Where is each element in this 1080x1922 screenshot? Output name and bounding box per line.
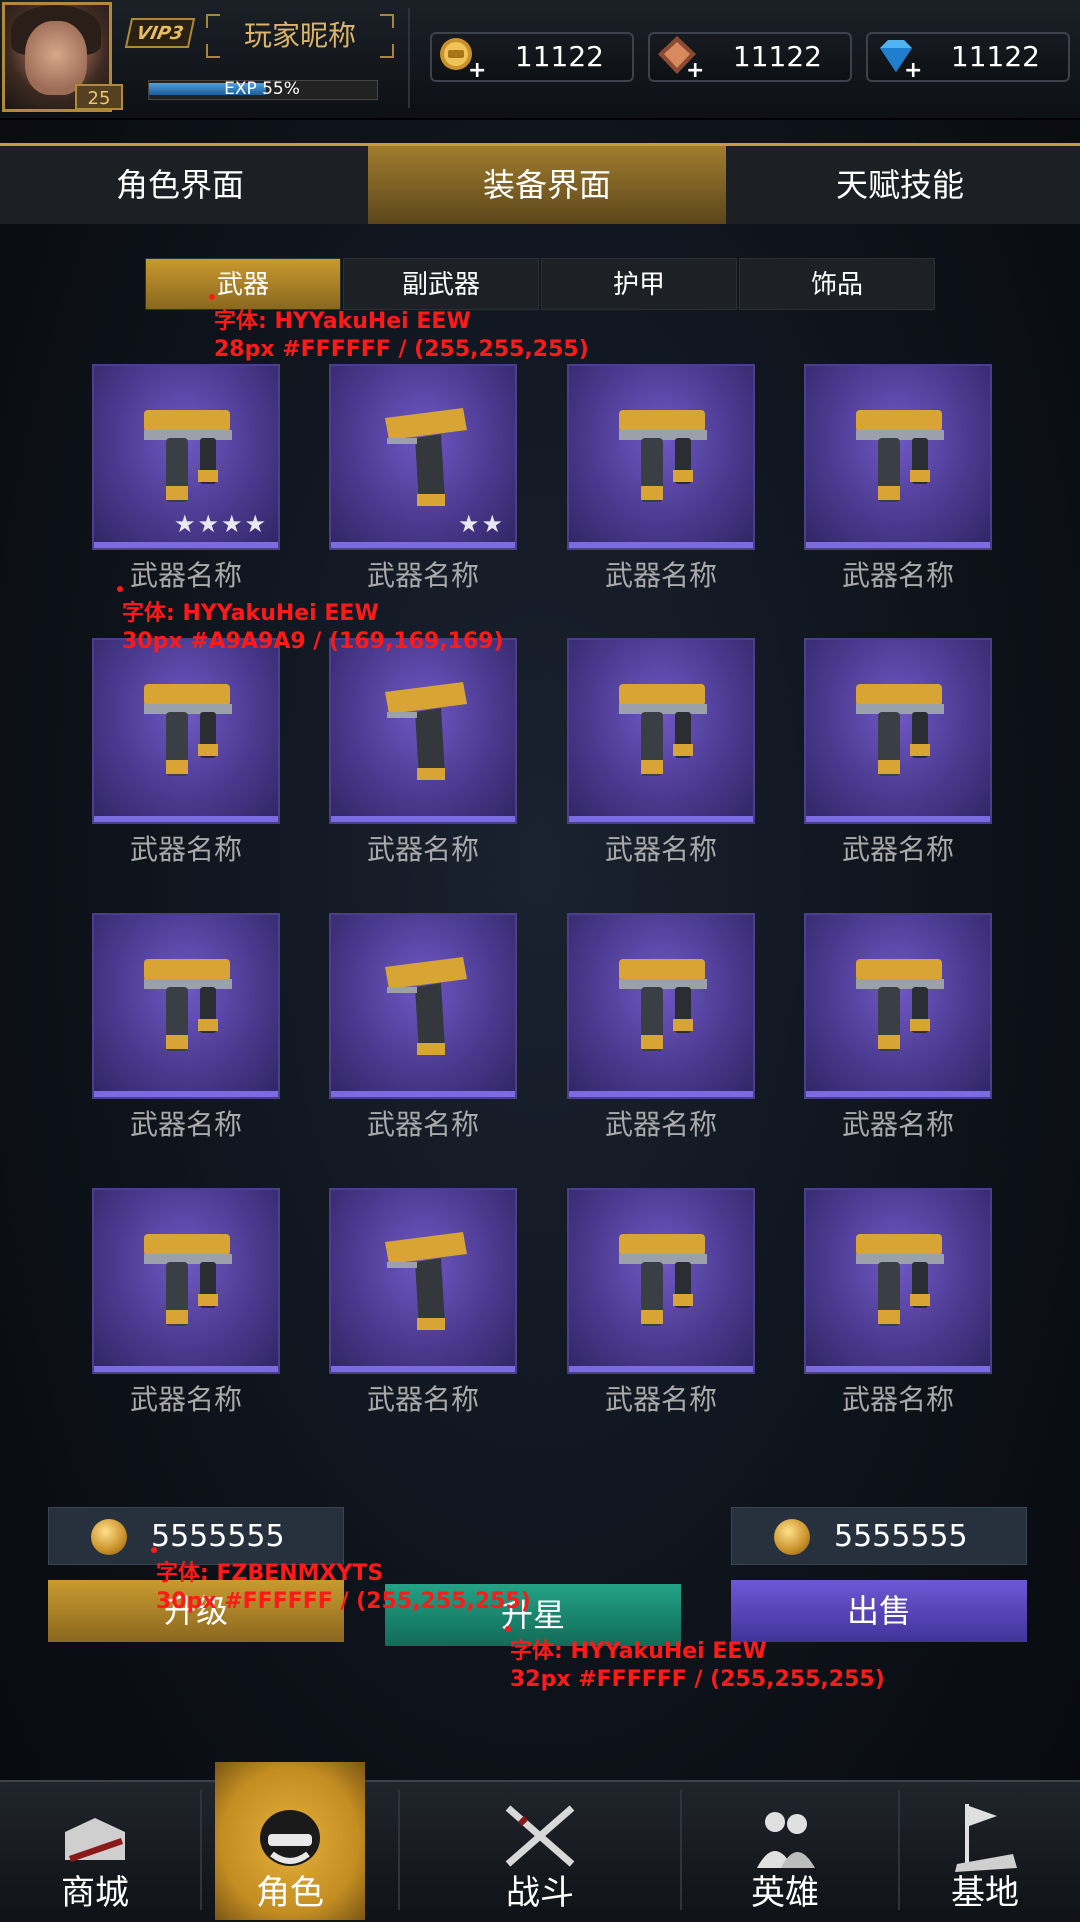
smg-icon: [856, 959, 944, 1051]
annotation-marker: [209, 294, 215, 300]
rarity-bar: [806, 1366, 990, 1372]
nav-battle[interactable]: 战斗: [440, 1780, 640, 1920]
pistol-icon: [385, 408, 467, 506]
nav-character[interactable]: 角色: [215, 1780, 365, 1920]
nav-divider: [200, 1790, 202, 1910]
annotation-button-font: 字体: HYYakuHei EEW 32px #FFFFFF / (255,255…: [510, 1639, 885, 1692]
nav-divider: [680, 1790, 682, 1910]
smg-icon: [144, 959, 232, 1051]
weapon-card[interactable]: [329, 913, 517, 1099]
nav-divider: [898, 1790, 900, 1910]
annotation-marker: [151, 1547, 157, 1553]
weapon-name: 武器名称: [366, 559, 479, 592]
rarity-bar: [806, 542, 990, 548]
annotation-name-font: 字体: HYYakuHei EEW 30px #A9A9A9 / (169,169…: [122, 601, 504, 654]
rarity-bar: [331, 1366, 515, 1372]
weapon-name: 武器名称: [841, 1108, 954, 1141]
smg-icon: [619, 959, 707, 1051]
weapon-name: 武器名称: [129, 1108, 242, 1141]
rarity-bar: [331, 1091, 515, 1097]
smg-icon: [144, 1234, 232, 1326]
rarity-bar: [331, 542, 515, 548]
rarity-bar: [331, 816, 515, 822]
weapon-card[interactable]: [329, 638, 517, 824]
smg-icon: [619, 1234, 707, 1326]
pistol-icon: [385, 682, 467, 780]
sell-price: 5555555: [731, 1507, 1027, 1565]
rarity-bar: [569, 1091, 753, 1097]
weapon-card[interactable]: [567, 1188, 755, 1374]
smg-icon: [144, 410, 232, 502]
annotation-marker: [117, 586, 123, 592]
rarity-bar: [569, 816, 753, 822]
weapon-card[interactable]: [567, 638, 755, 824]
smg-icon: [619, 684, 707, 776]
star-rating: ★★: [457, 510, 505, 538]
weapon-name: 武器名称: [366, 833, 479, 866]
nav-label: 角色: [256, 1873, 324, 1913]
gold-coin-icon: [774, 1519, 810, 1555]
star-rating: ★★★★: [173, 510, 268, 538]
rarity-bar: [94, 816, 278, 822]
weapon-card[interactable]: [804, 638, 992, 824]
smg-icon: [856, 410, 944, 502]
weapon-name: 武器名称: [841, 559, 954, 592]
weapon-name: 武器名称: [366, 1108, 479, 1141]
nav-divider: [398, 1790, 400, 1910]
nav-label: 商城: [61, 1873, 129, 1913]
rarity-bar: [94, 1366, 278, 1372]
weapon-name: 武器名称: [366, 1383, 479, 1416]
nav-label: 战斗: [506, 1873, 574, 1913]
sell-button[interactable]: 出售: [731, 1580, 1027, 1642]
nav-label: 基地: [951, 1873, 1019, 1913]
weapon-card[interactable]: [567, 364, 755, 550]
smg-icon: [619, 410, 707, 502]
weapon-card[interactable]: [567, 913, 755, 1099]
weapon-name: 武器名称: [604, 1383, 717, 1416]
rarity-bar: [94, 1091, 278, 1097]
rarity-bar: [806, 1091, 990, 1097]
upgrade-cost: 5555555: [48, 1507, 344, 1565]
weapon-name: 武器名称: [129, 1383, 242, 1416]
weapon-card[interactable]: ★★: [329, 364, 517, 550]
smg-icon: [144, 684, 232, 776]
rarity-bar: [569, 1366, 753, 1372]
rarity-bar: [94, 542, 278, 548]
smg-icon: [856, 684, 944, 776]
pistol-icon: [385, 1232, 467, 1330]
weapon-name: 武器名称: [604, 559, 717, 592]
weapon-name: 武器名称: [129, 833, 242, 866]
annotation-marker: [505, 1626, 511, 1632]
smg-icon: [856, 1234, 944, 1326]
weapon-name: 武器名称: [841, 833, 954, 866]
annotation-price-font: 字体: FZBENMXYTS 30px #FFFFFF / (255,255,25…: [156, 1561, 531, 1614]
weapon-card[interactable]: [92, 1188, 280, 1374]
weapon-card[interactable]: [804, 1188, 992, 1374]
weapon-card[interactable]: [329, 1188, 517, 1374]
weapon-card[interactable]: ★★★★: [92, 364, 280, 550]
nav-label: 英雄: [751, 1873, 819, 1913]
weapon-name: 武器名称: [604, 833, 717, 866]
pistol-icon: [385, 957, 467, 1055]
weapon-grid: ★★★★ 武器名称 ★★ 武器名称 武器名称 武器名称 武器名称 武器名称 武器名称 武器名称 武器…: [0, 0, 1080, 1500]
sell-price-value: 5555555: [834, 1519, 968, 1554]
weapon-name: 武器名称: [841, 1383, 954, 1416]
rarity-bar: [806, 816, 990, 822]
weapon-card[interactable]: [92, 638, 280, 824]
annotation-tab-font: 字体: HYYakuHei EEW 28px #FFFFFF / (255,255…: [214, 309, 589, 362]
weapon-card[interactable]: [804, 364, 992, 550]
nav-base[interactable]: 基地: [905, 1780, 1065, 1920]
nav-heroes[interactable]: 英雄: [690, 1780, 880, 1920]
weapon-card[interactable]: [804, 913, 992, 1099]
nav-shop[interactable]: 商城: [0, 1780, 190, 1920]
weapon-name: 武器名称: [604, 1108, 717, 1141]
rarity-bar: [569, 542, 753, 548]
weapon-card[interactable]: [92, 913, 280, 1099]
gold-coin-icon: [91, 1519, 127, 1555]
upgrade-cost-value: 5555555: [151, 1519, 285, 1554]
